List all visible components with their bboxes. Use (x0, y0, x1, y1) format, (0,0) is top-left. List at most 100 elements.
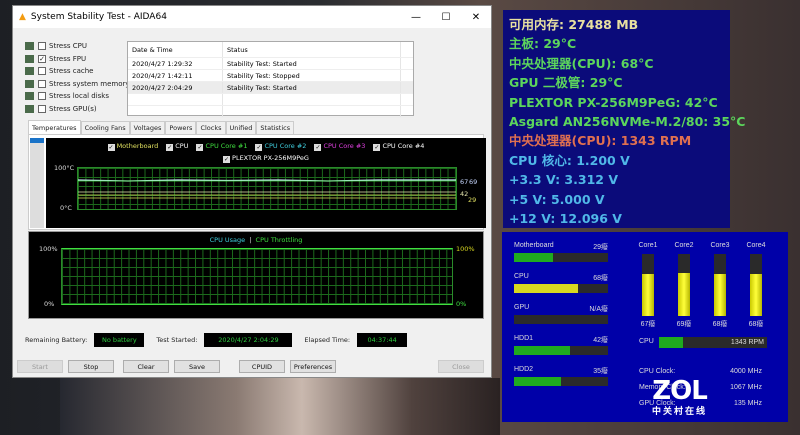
stress-checkbox[interactable]: ✓ (38, 54, 46, 63)
start-button[interactable]: Start (17, 360, 63, 373)
log-status: Stability Test: Stopped (223, 70, 401, 81)
log-date: 2020/4/27 1:29:32 (128, 58, 223, 69)
sensor-bar: CPU 68癈 (514, 273, 608, 293)
usage-y-min: 0% (44, 300, 55, 308)
save-button[interactable]: Save (174, 360, 220, 373)
log-status (223, 94, 401, 105)
tab-unified[interactable]: Unified (225, 121, 257, 134)
legend-checkbox[interactable]: ✓ (314, 144, 322, 151)
clear-button[interactable]: Clear (123, 360, 169, 373)
core-bar-fill (642, 274, 654, 316)
legend-item[interactable]: ✓ CPU (166, 142, 189, 151)
legend-item[interactable]: ✓ Motherboard (107, 142, 158, 151)
legend-item[interactable]: ✓ PLEXTOR PX-256M9PeG (223, 154, 309, 163)
temp-series (78, 179, 456, 199)
legend-checkbox[interactable]: ✓ (107, 144, 115, 151)
y-min-label: 0°C (60, 204, 72, 212)
temperature-chart: ✓ Motherboard ✓ CPU ✓ CPU Core #1 ✓ CPU Core #2… (46, 138, 486, 228)
legend-checkbox[interactable]: ✓ (373, 144, 381, 151)
sensor-bar-fill (514, 284, 578, 293)
tab-voltages[interactable]: Voltages (129, 121, 166, 134)
sensor-value: 42癈 (593, 337, 608, 344)
stress-option: Stress GPU(s) (25, 103, 130, 116)
legend-checkbox[interactable]: ✓ (166, 144, 174, 151)
zol-watermark: ZOL 中关村在线 (652, 376, 708, 417)
legend-item[interactable]: ✓ CPU Core #3 (314, 142, 366, 151)
tab-powers[interactable]: Powers (165, 121, 197, 134)
stress-label: Stress GPU(s) (49, 104, 97, 113)
zol-logo: ZOL (652, 376, 708, 406)
stress-label: Stress CPU (49, 42, 87, 51)
sensor-gadget: CPU 1343 RPM CPU Clock: 4000 MHz Memory Cl… (502, 232, 788, 422)
end-label-67: 67 (460, 178, 469, 186)
device-icon (25, 79, 34, 88)
core-value: 67癈 (640, 321, 656, 328)
end-label-69: 69 (469, 178, 478, 186)
sensor-label: HDD1 (514, 335, 534, 342)
maximize-button[interactable]: ☐ (431, 12, 461, 23)
stop-button[interactable]: Stop (68, 360, 114, 373)
stress-checkbox[interactable] (38, 67, 46, 76)
log-row[interactable]: 2020/4/27 2:04:29 Stability Test: Started (128, 82, 413, 94)
cpuid-button[interactable]: CPUID (239, 360, 285, 373)
core-bar-fill (714, 273, 726, 316)
col-status[interactable]: Status (223, 42, 401, 57)
legend-label: CPU Core #3 (323, 142, 366, 150)
osd-line: Asgard AN256NVMe-M.2/80: 35°C (509, 114, 746, 130)
osd-line: +12 V: 12.096 V (509, 211, 622, 227)
log-row[interactable]: 2020/4/27 1:29:32 Stability Test: Started (128, 58, 413, 70)
stress-checkbox[interactable] (38, 92, 46, 101)
stress-label: Stress FPU (49, 54, 87, 63)
clock-value: 4000 MHz (730, 368, 762, 375)
sensor-bar-fill (514, 253, 554, 262)
close-window-button[interactable]: ✕ (461, 12, 491, 23)
core-label: Core3 (710, 242, 730, 249)
clock-value: 135 MHz (733, 400, 762, 407)
fan-bar: 1343 RPM (659, 337, 767, 348)
tab-cooling-fans[interactable]: Cooling Fans (80, 121, 130, 134)
log-date: 2020/4/27 1:42:11 (128, 70, 223, 81)
battery-label: Remaining Battery: (25, 336, 88, 344)
usage-plot-grid (61, 248, 453, 305)
legend-item[interactable]: ✓ CPU Core #4 (373, 142, 424, 151)
tab-temperatures[interactable]: Temperatures (28, 120, 81, 134)
legend-item[interactable]: ✓ CPU Core #2 (255, 142, 306, 151)
log-row[interactable] (128, 106, 413, 118)
device-icon (25, 54, 34, 63)
log-status: Stability Test: Started (223, 58, 401, 69)
stress-checkbox[interactable] (38, 104, 46, 113)
stress-checkbox[interactable] (38, 42, 46, 51)
stress-option: ✓ Stress FPU (25, 53, 130, 66)
zol-subtitle: 中关村在线 (652, 407, 708, 417)
stress-checkbox[interactable] (38, 79, 46, 88)
log-row[interactable]: 2020/4/27 1:42:11 Stability Test: Stopped (128, 70, 413, 82)
clock-label: CPU Clock: (639, 368, 676, 375)
elapsed-value: 04:37:44 (357, 333, 408, 347)
tab-clocks[interactable]: Clocks (196, 121, 226, 134)
legend-checkbox[interactable]: ✓ (196, 144, 204, 151)
sensor-bar-fill (514, 346, 571, 355)
osd-line: 可用内存: 27488 MB (509, 17, 639, 32)
minimize-button[interactable]: — (401, 12, 431, 23)
sensor-scroll[interactable] (30, 138, 44, 228)
log-row[interactable] (128, 94, 413, 106)
close-button[interactable]: Close (438, 360, 484, 373)
device-icon (25, 67, 34, 76)
aida64-flame-icon: ▲ (19, 12, 26, 22)
device-icon (25, 42, 34, 51)
col-date-time[interactable]: Date & Time (128, 42, 223, 57)
legend-checkbox[interactable]: ✓ (255, 144, 263, 151)
legend-item[interactable]: ✓ CPU Core #1 (196, 142, 247, 151)
legend-label: CPU (175, 142, 189, 150)
preferences-button[interactable]: Preferences (290, 360, 336, 373)
cpu-usage-title: CPU Usage (209, 236, 246, 244)
core-value: 69癈 (676, 321, 692, 328)
tab-statistics[interactable]: Statistics (256, 121, 295, 134)
sensor-bar-fill (514, 377, 561, 386)
log-date: 2020/4/27 2:04:29 (128, 82, 223, 93)
clock-value: 1067 MHz (730, 384, 762, 391)
core-label: Core4 (746, 242, 766, 249)
legend-checkbox[interactable]: ✓ (223, 156, 231, 163)
stress-option: Stress local disks (25, 90, 130, 103)
usage-y-max-right: 100% (456, 245, 475, 253)
